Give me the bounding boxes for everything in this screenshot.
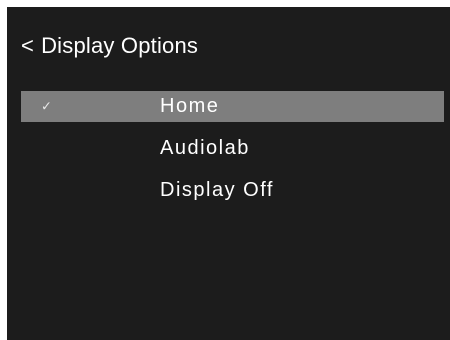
menu-item-label: Audiolab [160,137,250,159]
menu-item-audiolab[interactable]: Audiolab [21,133,444,164]
header-back-button[interactable]: < Display Options [21,30,198,62]
menu-item-home[interactable]: ✓ Home [21,91,444,122]
menu-item-display-off[interactable]: Display Off [21,175,444,206]
menu-item-label: Home [160,95,220,117]
menu-item-label: Display Off [160,179,274,201]
checkmark-icon: ✓ [41,99,52,114]
display-screen: < Display Options ✓ Home Audiolab Displa… [7,7,450,340]
page-title: Display Options [41,33,199,58]
display-options-menu: ✓ Home Audiolab Display Off [21,91,444,217]
back-chevron-icon[interactable]: < [21,33,34,59]
